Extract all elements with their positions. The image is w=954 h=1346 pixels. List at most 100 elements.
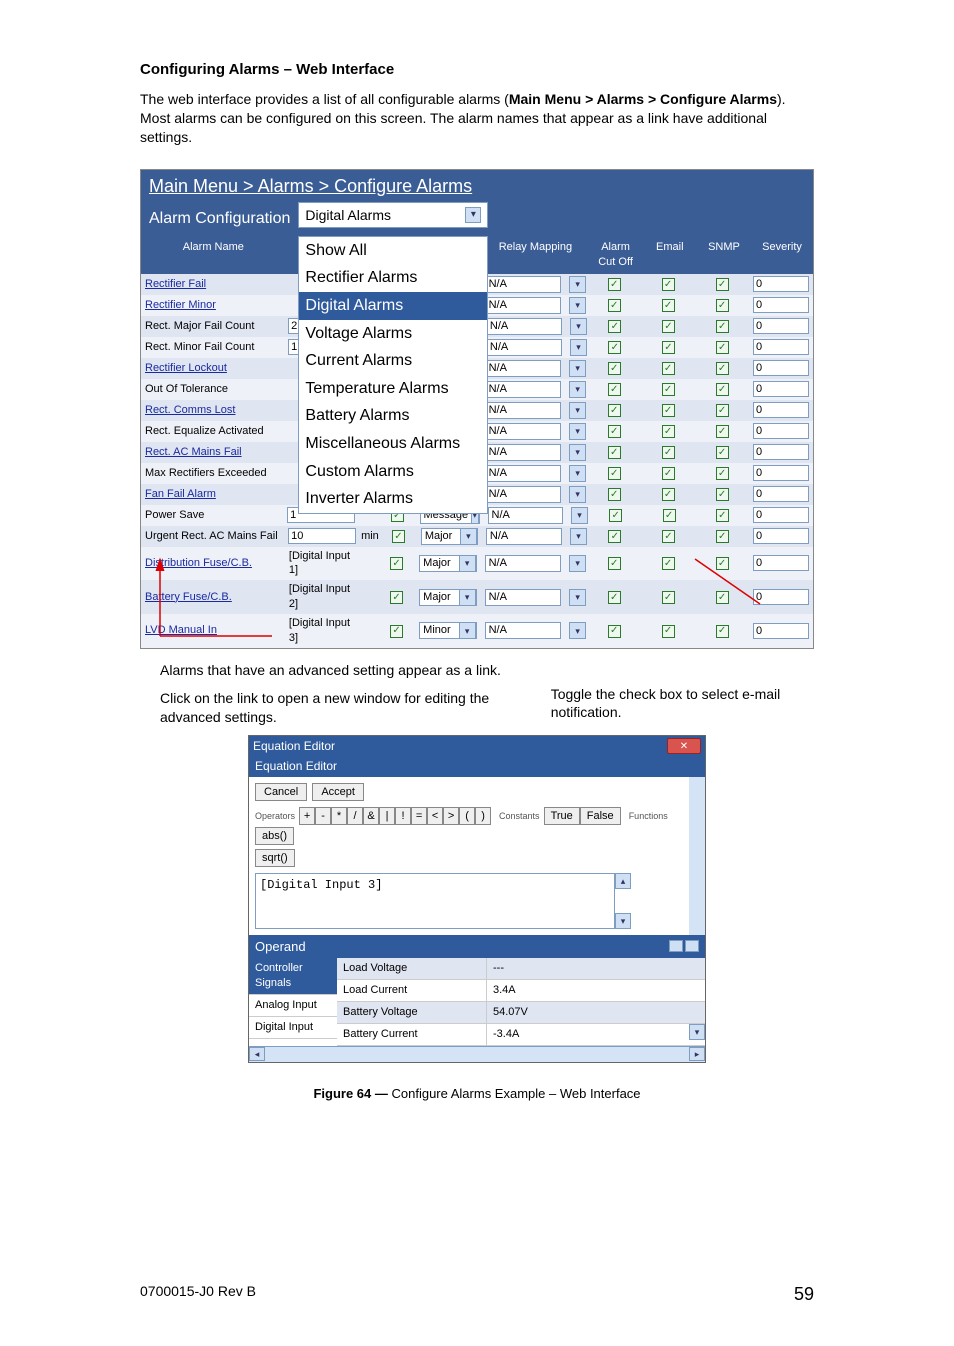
email-checkbox[interactable]: ✓ xyxy=(662,446,675,459)
cutoff-checkbox[interactable]: ✓ xyxy=(608,446,621,459)
chevron-down-icon[interactable]: ▾ xyxy=(569,444,586,461)
cutoff-checkbox[interactable]: ✓ xyxy=(609,509,622,522)
chevron-down-icon[interactable]: ▾ xyxy=(569,465,586,482)
chevron-down-icon[interactable]: ▾ xyxy=(569,622,586,639)
snmp-checkbox[interactable]: ✓ xyxy=(716,557,729,570)
cutoff-checkbox[interactable]: ✓ xyxy=(608,625,621,638)
alarm-link[interactable]: Battery Fuse/C.B. xyxy=(145,591,232,603)
alarm-link[interactable]: Rectifier Fail xyxy=(145,278,206,290)
relay-select[interactable]: N/A xyxy=(485,402,562,419)
severity-input[interactable] xyxy=(753,276,809,292)
operator-button[interactable]: + xyxy=(299,807,315,825)
signal-row[interactable]: Battery Current-3.4A▾ xyxy=(337,1024,705,1046)
relay-select[interactable]: N/A xyxy=(486,339,562,356)
severity-input[interactable] xyxy=(753,339,809,355)
relay-select[interactable]: N/A xyxy=(485,589,562,606)
cutoff-checkbox[interactable]: ✓ xyxy=(608,341,621,354)
relay-select[interactable]: N/A xyxy=(485,622,562,639)
cutoff-checkbox[interactable]: ✓ xyxy=(608,320,621,333)
cutoff-checkbox[interactable]: ✓ xyxy=(608,591,621,604)
chevron-down-icon[interactable]: ▾ xyxy=(569,555,586,572)
horizontal-scrollbar[interactable]: ◂ ▸ xyxy=(249,1046,705,1062)
alarm-link[interactable]: Rect. Comms Lost xyxy=(145,404,235,416)
scroll-down-icon[interactable] xyxy=(685,940,699,952)
close-button[interactable]: ✕ xyxy=(667,738,701,754)
relay-select[interactable]: N/A xyxy=(486,528,562,545)
alarm-link[interactable]: Rectifier Minor xyxy=(145,299,216,311)
alarm-link[interactable]: Rectifier Lockout xyxy=(145,362,227,374)
relay-select[interactable]: N/A xyxy=(485,555,562,572)
email-checkbox[interactable]: ✓ xyxy=(662,557,675,570)
dropdown-option[interactable]: Voltage Alarms xyxy=(299,320,487,348)
chevron-down-icon[interactable]: ▾ xyxy=(571,507,588,524)
operator-button[interactable]: < xyxy=(427,807,443,825)
dropdown-option[interactable]: Show All xyxy=(299,237,487,265)
operator-button[interactable]: ) xyxy=(475,807,491,825)
severity-input[interactable] xyxy=(753,423,809,439)
snmp-checkbox[interactable]: ✓ xyxy=(716,446,729,459)
severity-input[interactable] xyxy=(753,528,809,544)
operand-tab[interactable]: Analog Input xyxy=(249,995,337,1017)
scroll-left-icon[interactable]: ◂ xyxy=(249,1047,265,1061)
alarm-type-dropdown[interactable]: Digital Alarms ▾ Show AllRectifier Alarm… xyxy=(298,202,488,236)
signal-row[interactable]: Load Current3.4A xyxy=(337,980,705,1002)
operator-button[interactable]: > xyxy=(443,807,459,825)
email-checkbox[interactable]: ✓ xyxy=(662,488,675,501)
chevron-down-icon[interactable]: ▾ xyxy=(569,276,586,293)
severity-input[interactable] xyxy=(753,465,809,481)
email-checkbox[interactable]: ✓ xyxy=(662,425,675,438)
chevron-down-icon[interactable]: ▾ xyxy=(569,297,586,314)
email-checkbox[interactable]: ✓ xyxy=(662,530,675,543)
relay-select[interactable]: N/A xyxy=(486,318,562,335)
relay-select[interactable]: N/A xyxy=(485,381,562,398)
chevron-down-icon[interactable]: ▾ xyxy=(569,402,586,419)
severity-input[interactable] xyxy=(753,297,809,313)
email-checkbox[interactable]: ✓ xyxy=(662,404,675,417)
email-checkbox[interactable]: ✓ xyxy=(662,278,675,291)
relay-select[interactable]: N/A xyxy=(485,423,562,440)
severity-input[interactable] xyxy=(753,402,809,418)
snmp-checkbox[interactable]: ✓ xyxy=(716,425,729,438)
snmp-checkbox[interactable]: ✓ xyxy=(716,625,729,638)
email-checkbox[interactable]: ✓ xyxy=(662,467,675,480)
relay-select[interactable]: N/A xyxy=(485,360,562,377)
scroll-down-icon[interactable]: ▾ xyxy=(615,913,631,929)
dropdown-list[interactable]: Show AllRectifier AlarmsDigital AlarmsVo… xyxy=(298,236,488,514)
cutoff-checkbox[interactable]: ✓ xyxy=(608,488,621,501)
cutoff-checkbox[interactable]: ✓ xyxy=(608,383,621,396)
constant-button[interactable]: True xyxy=(544,807,580,825)
scroll-right-icon[interactable]: ▸ xyxy=(689,1047,705,1061)
enable-checkbox[interactable]: ✓ xyxy=(390,625,403,638)
operator-button[interactable]: * xyxy=(331,807,347,825)
chevron-down-icon[interactable]: ▾ xyxy=(569,423,586,440)
severity-input[interactable] xyxy=(753,360,809,376)
alarm-link[interactable]: Fan Fail Alarm xyxy=(145,488,216,500)
snmp-checkbox[interactable]: ✓ xyxy=(716,530,729,543)
email-checkbox[interactable]: ✓ xyxy=(662,383,675,396)
function-button[interactable]: sqrt() xyxy=(255,849,295,867)
operator-button[interactable]: - xyxy=(315,807,331,825)
cutoff-checkbox[interactable]: ✓ xyxy=(608,557,621,570)
snmp-checkbox[interactable]: ✓ xyxy=(716,320,729,333)
dropdown-option[interactable]: Current Alarms xyxy=(299,347,487,375)
chevron-down-icon[interactable]: ▾ xyxy=(569,589,586,606)
operand-tab[interactable]: Digital Input xyxy=(249,1017,337,1039)
cutoff-checkbox[interactable]: ✓ xyxy=(608,299,621,312)
email-checkbox[interactable]: ✓ xyxy=(662,320,675,333)
operator-button[interactable]: = xyxy=(411,807,427,825)
email-checkbox[interactable]: ✓ xyxy=(663,509,676,522)
chevron-down-icon[interactable]: ▾ xyxy=(569,381,586,398)
chevron-down-icon[interactable]: ▾ xyxy=(459,589,476,606)
email-checkbox[interactable]: ✓ xyxy=(662,341,675,354)
operator-button[interactable]: & xyxy=(363,807,379,825)
snmp-checkbox[interactable]: ✓ xyxy=(716,362,729,375)
value-input[interactable] xyxy=(288,528,356,544)
dropdown-option[interactable]: Temperature Alarms xyxy=(299,375,487,403)
relay-select[interactable]: N/A xyxy=(485,444,562,461)
dropdown-option[interactable]: Rectifier Alarms xyxy=(299,264,487,292)
severity-input[interactable] xyxy=(753,486,809,502)
scroll-up-icon[interactable]: ▴ xyxy=(615,873,631,889)
scroll-down-icon[interactable]: ▾ xyxy=(689,1024,705,1040)
operand-tab[interactable]: Controller Signals xyxy=(249,958,337,995)
email-checkbox[interactable]: ✓ xyxy=(662,299,675,312)
